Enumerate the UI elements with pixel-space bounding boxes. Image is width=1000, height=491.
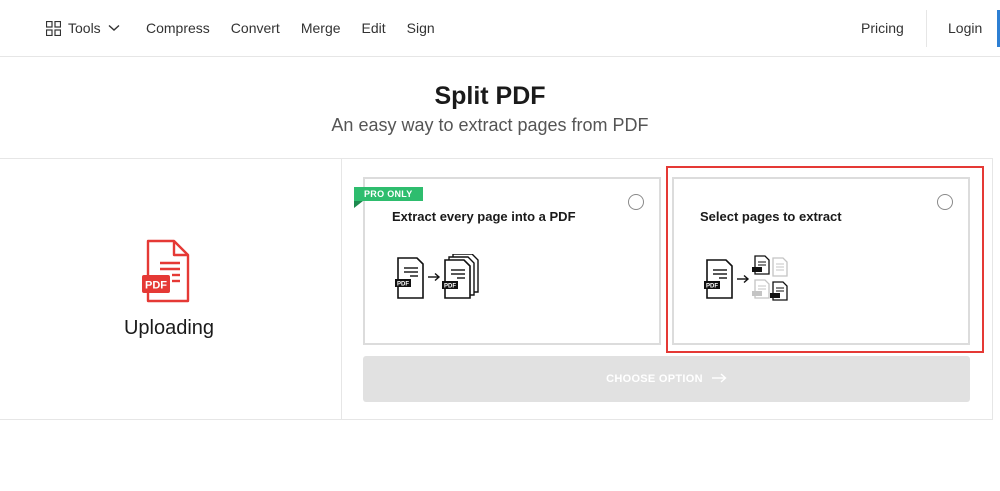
pdf-file-icon: PDF [140, 239, 196, 310]
split-workspace: PDF Uploading Extract every page into a … [0, 158, 993, 420]
tools-label: Tools [68, 20, 101, 36]
arrow-right-icon [711, 372, 727, 386]
option-title: Select pages to extract [700, 209, 842, 224]
extract-all-pages-icon: PDF PDF [395, 253, 487, 307]
tools-menu[interactable]: Tools [46, 19, 120, 37]
pro-only-badge: PRO ONLY [354, 187, 423, 201]
upload-panel: PDF Uploading [0, 159, 342, 419]
nav-divider [926, 10, 927, 47]
option-radio[interactable] [628, 194, 644, 210]
nav-link-merge[interactable]: Merge [301, 20, 341, 36]
top-navigation: Tools Compress Convert Merge Edit Sign P… [0, 0, 1000, 57]
option-title: Extract every page into a PDF [392, 209, 576, 224]
nav-link-convert[interactable]: Convert [231, 20, 280, 36]
svg-text:PDF: PDF [706, 284, 718, 290]
page-subtitle: An easy way to extract pages from PDF [331, 115, 649, 135]
option-select-pages[interactable]: Select pages to extract PDF [672, 177, 970, 345]
chevron-down-icon [108, 24, 120, 32]
pdf-file-badge: PDF [145, 280, 167, 292]
main-nav-links: Compress Convert Merge Edit Sign [146, 20, 435, 36]
nav-link-edit[interactable]: Edit [362, 20, 386, 36]
upload-status: Uploading [123, 317, 215, 339]
choose-option-label: CHOOSE OPTION [606, 373, 703, 385]
grid-icon [46, 20, 61, 36]
nav-link-compress[interactable]: Compress [146, 20, 210, 36]
login-button[interactable]: Login [948, 20, 982, 36]
choose-option-button[interactable]: CHOOSE OPTION [363, 356, 970, 402]
option-extract-every-page[interactable]: Extract every page into a PDF PDF PDF [363, 177, 661, 345]
svg-text:PDF: PDF [444, 284, 456, 290]
nav-link-sign[interactable]: Sign [407, 20, 435, 36]
option-radio[interactable] [937, 194, 953, 210]
svg-text:PDF: PDF [397, 282, 409, 288]
pro-badge-fold [354, 201, 363, 208]
page-title: Split PDF [434, 82, 546, 110]
select-pages-icon: PDF [704, 254, 796, 309]
pricing-link[interactable]: Pricing [861, 20, 904, 36]
